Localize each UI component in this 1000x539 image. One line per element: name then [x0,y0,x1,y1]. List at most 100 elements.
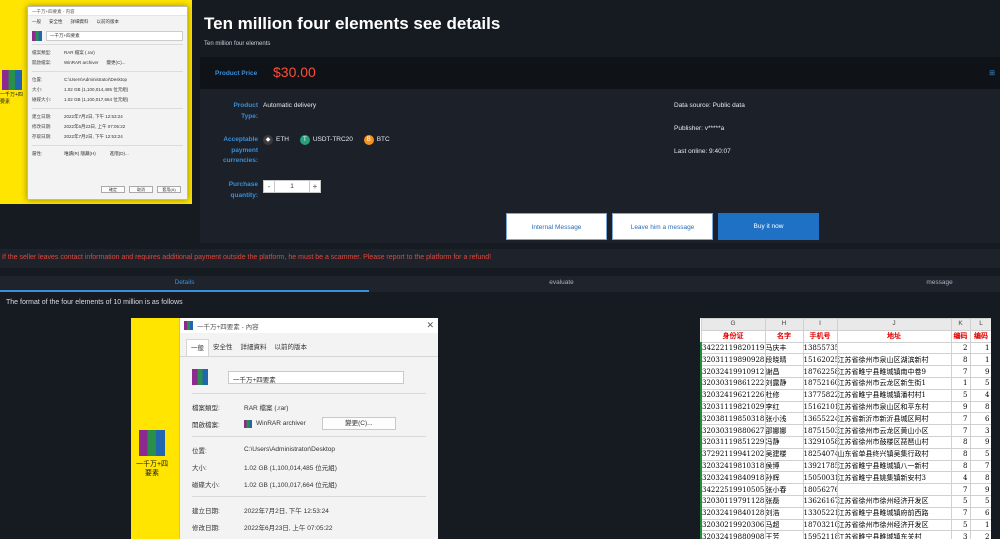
spreadsheet-cell: 王芳 [764,530,804,539]
spreadsheet-cell: 江苏省新沂市新沂县城区阿村 [836,412,952,426]
table-row: 320302199203061 马超 18703210 江苏省徐州市徐州经济开发区 5 1 [700,518,991,532]
tab-details[interactable]: Details [0,276,369,292]
publisher[interactable]: Publisher: v*****a [674,124,724,135]
winrar-icon [244,419,252,428]
spreadsheet-cell: 320324198103181 [700,459,766,473]
header-cell: 地址 [836,329,952,343]
spreadsheet-cell: 320311198512291 [700,435,766,449]
data-source: Data source: Public data [674,102,745,109]
spreadsheet-cell: 1 [969,353,991,367]
winrar-icon [184,321,193,330]
spreadsheet-cell: 冯静 [764,435,804,449]
spreadsheet-cell: 9 [969,365,991,378]
spreadsheet-cell [836,483,952,496]
spreadsheet-cell: 13921785 [802,459,838,473]
internal-message-button[interactable]: Internal Message [506,213,607,240]
spreadsheet-cell: 320324198409181 [700,471,766,485]
product-thumbnail[interactable]: 一千万+四要素 一千万+四要素 - 内容 一般 安全性 詳細資料 以前的版本 一千万… [0,0,192,204]
scam-warning-text: If the seller leaves contact information… [2,254,492,261]
spreadsheet-cell: 18703210 [802,518,838,532]
table-row: 320324198809081 王芳 15952118 江苏省睢宁县睢城镇东关村 3 2 [700,530,991,539]
spreadsheet-cell: 15162101 [802,400,838,414]
spreadsheet-cell: 5 [950,388,971,402]
spreadsheet-cell: 18254074 [802,447,838,461]
spreadsheet-cell: 江苏省徐州市云龙区黄山小区 [836,424,952,437]
winrar-icon [32,31,42,41]
spreadsheet-cell: 320324196212261 [700,388,766,402]
spreadsheet-cell: 320303198612221 [700,376,766,390]
table-row: 320303198806271 邵娜娜 18751503 江苏省徐州市云龙区黄山小区 7… [700,424,991,437]
leave-message-button[interactable]: Leave him a message [612,213,713,240]
spreadsheet-cell: 1 [969,341,991,355]
spreadsheet-table: G H I J K L 身份证 名字 手机号 地址 编码 编码 342221198201191 马庆丰 13… [700,318,991,539]
spreadsheet-cell: 320324198809081 [700,530,766,539]
spreadsheet-cell: 2 [950,341,971,355]
eth-icon: ◆ [263,135,273,146]
currency-list: ◆ ETH T USDT-TRC20 B BTC [263,135,399,146]
spreadsheet-cell: 18752160 [802,376,838,390]
table-row: 320381198503181 张小浅 13655224 江苏省新沂市新沂县城区阿村 7… [700,412,991,426]
spreadsheet-cell: 9 [969,483,991,496]
spreadsheet-cell: 邵娜娜 [764,424,804,437]
spreadsheet-cell: 6 [969,412,991,426]
quantity-decrease-button[interactable]: - [263,180,275,193]
quantity-input[interactable]: 1 [275,180,309,193]
tab-evaluate[interactable]: evaluate [377,276,746,292]
usdt-icon: T [299,135,310,146]
spreadsheet-cell: 江苏省徐州市云龙区新生街1 [836,376,952,390]
column-letter: G [700,318,766,331]
spreadsheet-cell: 18056276587 [802,483,838,496]
spreadsheet-cell: 13775822 [802,388,838,402]
currency-btc: B BTC [363,135,390,146]
product-info-panel: Product Type: Automatic delivery Accepta… [200,89,1000,243]
product-type-value: Automatic delivery [263,102,317,109]
header-cell: 名字 [764,329,804,343]
spreadsheet-cell: 山东省单县终兴镇吴集行政村 [836,447,952,461]
spreadsheet-cell: 8 [950,353,971,367]
table-row: 320324198401281 刘浩 13305221 江苏省睢宁县睢城镇府前西路 7 6 [700,506,991,520]
spreadsheet-cell: 13291058 [802,435,838,449]
spreadsheet-cell: 320303198806271 [700,424,766,437]
table-row: 342225199105051张小春18056276587 79 [700,483,991,496]
spreadsheet-cell: 江苏省睢宁县睢城镇南中卷9 [836,365,952,378]
spreadsheet-cell [836,341,952,355]
buy-now-button[interactable]: Buy it now [718,213,819,240]
price-bar: Product Price $30.00 ⊞ [200,57,1000,89]
spreadsheet-cell: 5 [969,376,991,390]
last-online: Last online: 9:40:07 [674,148,731,155]
quantity-stepper: - 1 + [263,180,321,193]
table-row: 320324198409181 孙辉 15050031 江苏省睢宁县姚集镇新安村3 4 8 [700,471,991,485]
close-icon: ✕ [426,320,434,330]
spreadsheet-cell: 9 [969,435,991,449]
table-row: 372921199412021 吴建楼 18254074 山东省单县终兴镇吴集行政村 8… [700,447,991,461]
spreadsheet-cell: 7 [950,424,971,437]
quantity-label: Purchase quantity: [228,181,258,199]
spreadsheet-cell: 18751503 [802,424,838,437]
spreadsheet-cell: 马超 [764,518,804,532]
spreadsheet-cell: 8 [950,447,971,461]
spreadsheet-cell: 13655224 [802,412,838,426]
spreadsheet-cell: 张小浅 [764,412,804,426]
spreadsheet-cell: 杜修 [764,388,804,402]
spreadsheet-cell: 15952118 [802,530,838,539]
spreadsheet-cell: 9 [950,400,971,414]
currency-usdt: T USDT-TRC20 [299,135,353,146]
spreadsheet-cell: 5 [950,494,971,508]
spreadsheet-cell: 5 [969,494,991,508]
expand-icon[interactable]: ⊞ [989,69,995,77]
btc-icon: B [363,135,374,146]
spreadsheet-cell: 江苏省睢宁县睢城镇潘村村1 [836,388,952,402]
spreadsheet-cell: 江苏省睢宁县睢城镇八一新村 [836,459,952,473]
spreadsheet-cell: 张小春 [764,483,804,496]
table-row: 320303198612221 刘露静 18752160 江苏省徐州市云龙区新生街1 1… [700,376,991,390]
quantity-increase-button[interactable]: + [309,180,321,193]
spreadsheet-cell: 8 [950,435,971,449]
spreadsheet-cell: 342225199105051 [700,483,766,496]
spreadsheet-cell: 8 [969,471,991,485]
column-letter: L [969,318,991,331]
spreadsheet-cell: 刘露静 [764,376,804,390]
spreadsheet-cell: 320311198909281 [700,353,766,367]
spreadsheet-cell: 320311198210291 [700,400,766,414]
tab-message[interactable]: message [755,276,1000,292]
rar-file-icon-large: 一千万+四要素 [135,426,175,486]
